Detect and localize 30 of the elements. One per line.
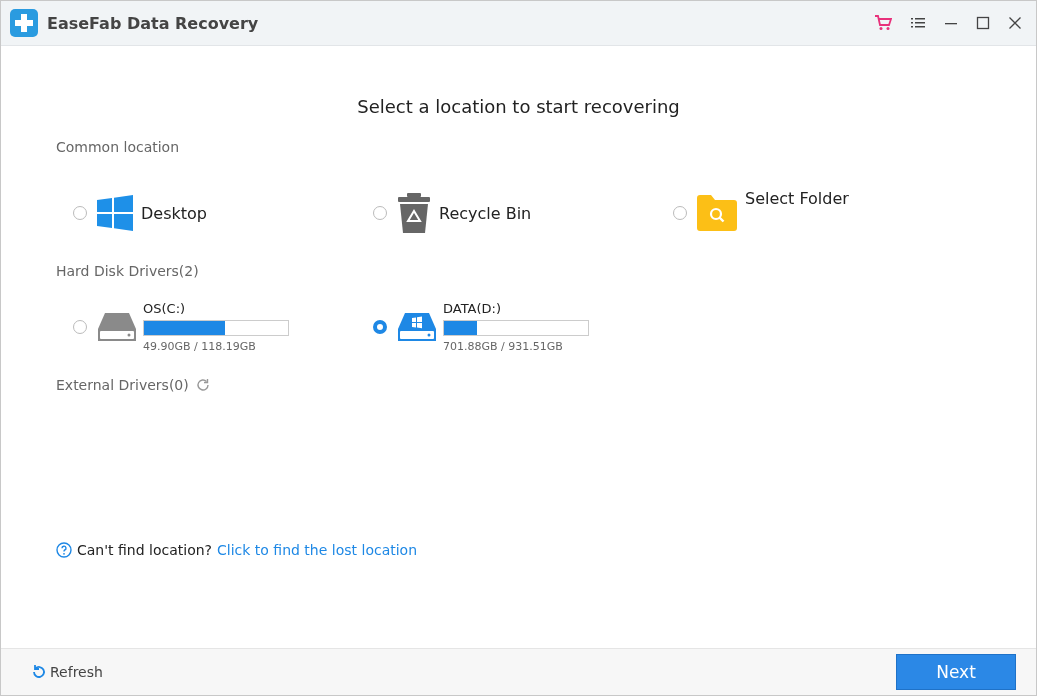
location-label[interactable]: Desktop (141, 203, 207, 223)
folder-search-icon (697, 195, 737, 231)
drive-name: OS(C:) (143, 301, 187, 316)
cart-icon[interactable] (874, 14, 892, 32)
next-button[interactable]: Next (896, 654, 1016, 690)
help-question: Can't find location? (77, 542, 213, 558)
refresh-icon[interactable] (195, 378, 210, 392)
drive-name: DATA(D:) (443, 301, 503, 316)
refresh-icon (31, 664, 47, 680)
close-icon[interactable] (1008, 16, 1022, 30)
location-label[interactable]: Recycle Bin (439, 203, 532, 223)
trash-bin-icon (397, 193, 431, 233)
section-label: External Drivers(0) (56, 377, 189, 393)
find-lost-location-link[interactable]: Click to find the lost location (217, 542, 418, 558)
help-icon (56, 542, 72, 558)
location-label[interactable]: Select Folder (745, 189, 849, 208)
drive-usage: 701.88GB / 931.51GB (443, 340, 564, 353)
plus-logo-icon (10, 9, 38, 37)
windows-logo-icon (97, 195, 133, 231)
radio-button[interactable] (373, 320, 387, 334)
hard-drive-icon (397, 311, 437, 343)
menu-icon[interactable] (910, 15, 926, 31)
page-heading: Select a location to start recovering (356, 96, 681, 117)
window-title: EaseFab Data Recovery (47, 13, 259, 33)
refresh-button[interactable]: Refresh (31, 664, 103, 680)
section-label: Hard Disk Drivers(2) (56, 263, 200, 279)
hard-drive-icon (97, 311, 137, 343)
section-label: Common location (56, 139, 181, 155)
maximize-icon[interactable] (976, 16, 990, 30)
drive-usage: 49.90GB / 118.19GB (143, 340, 257, 353)
